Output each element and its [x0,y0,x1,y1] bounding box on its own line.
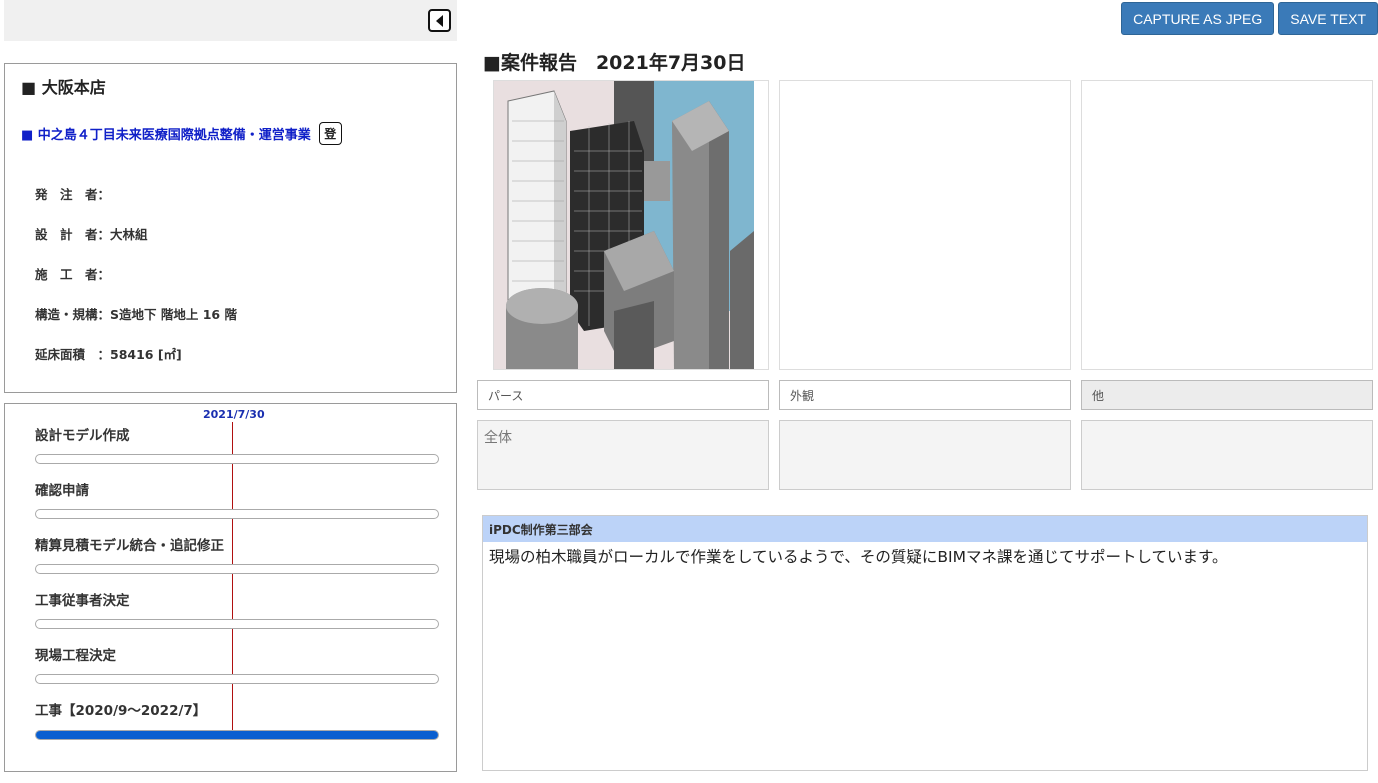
designer-field: 設 計 者：大林組 [35,227,148,242]
register-button[interactable]: 登 [318,122,342,145]
report-title: ■案件報告 2021年7月30日 [483,52,746,74]
collapse-panel-icon[interactable] [428,9,451,32]
task-label: 設計モデル作成 [35,428,130,444]
task-label: 確認申請 [35,483,89,499]
task-progress-fill [36,731,438,739]
building-rendering-image [494,81,754,369]
branch-title: ■ 大阪本店 [21,78,106,97]
floor-area-field: 延床面積 ：58416 [㎡] [35,347,182,362]
comment-panel: iPDC制作第三部会 現場の柏木職員がローカルで作業をしているようで、その質疑に… [482,515,1368,771]
left-toolbar [4,0,457,41]
client-field: 発 注 者： [35,187,111,202]
caption-input-2[interactable] [779,380,1071,410]
photo-slot-2[interactable] [779,80,1071,370]
task-progress-bar [35,619,439,629]
project-title-link[interactable]: ■ 中之島４丁目未来医療国際拠点整備・運営事業 [21,124,311,143]
comment-header: iPDC制作第三部会 [483,516,1367,542]
top-actions: CAPTURE AS JPEG SAVE TEXT [1121,2,1378,35]
task-progress-bar [35,730,439,740]
progress-panel: 2021/7/30 設計モデル作成 確認申請 精算見積モデル統合・追記修正 工事… [4,403,457,772]
task-label: 工事従事者決定 [35,593,130,609]
note-box-1[interactable]: 全体 [477,420,769,490]
task-progress-bar [35,509,439,519]
capture-jpeg-button[interactable]: CAPTURE AS JPEG [1121,2,1275,35]
project-info-panel: ■ 大阪本店 ■ 中之島４丁目未来医療国際拠点整備・運営事業 登 発 注 者： … [4,63,457,393]
today-date-label: 2021/7/30 [203,408,265,421]
caption-input-3[interactable] [1081,380,1373,410]
caption-input-1[interactable] [477,380,769,410]
structure-field: 構造・規構：S造地下 階地上 16 階 [35,307,237,322]
comment-body[interactable]: 現場の柏木職員がローカルで作業をしているようで、その質疑にBIMマネ課を通じてサ… [483,542,1367,573]
task-progress-bar [35,674,439,684]
today-marker-line [232,422,233,737]
task-progress-bar [35,564,439,574]
photo-slot-1[interactable] [493,80,769,370]
task-label: 現場工程決定 [35,648,116,664]
photo-slot-3[interactable] [1081,80,1373,370]
contractor-field: 施 工 者： [35,267,111,282]
save-text-button[interactable]: SAVE TEXT [1278,2,1378,35]
task-progress-bar [35,454,439,464]
project-row: ■ 中之島４丁目未来医療国際拠点整備・運営事業 登 [21,122,342,145]
note-box-3[interactable] [1081,420,1373,490]
task-label: 工事【2020/9～2022/7】 [35,703,207,719]
task-label: 精算見積モデル統合・追記修正 [35,538,224,554]
note-box-2[interactable] [779,420,1071,490]
